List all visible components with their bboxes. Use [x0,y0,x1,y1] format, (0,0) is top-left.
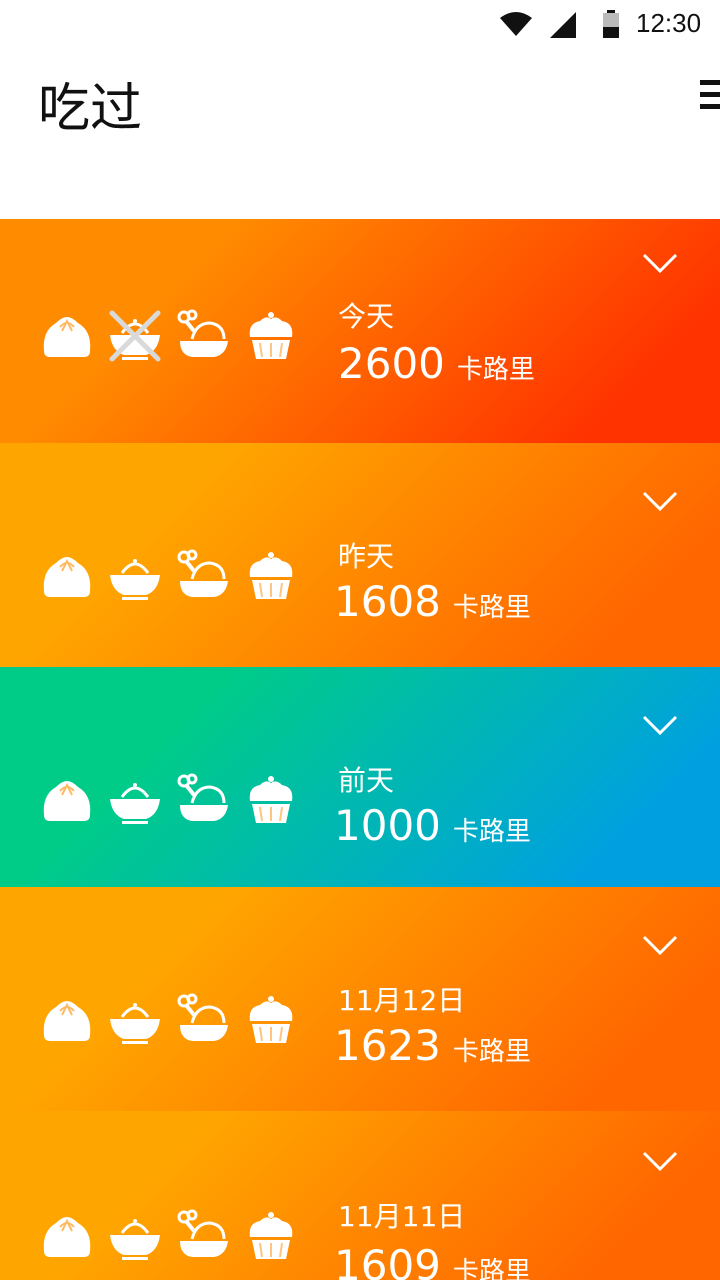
calorie-value: 1608 [334,577,441,626]
bun-icon[interactable] [40,993,94,1047]
cell-signal-icon [550,12,576,38]
calorie-value: 2600 [338,339,445,388]
bun-icon[interactable] [40,1209,94,1263]
chicken-icon[interactable] [176,993,230,1047]
cupcake-icon[interactable] [244,1209,298,1263]
rice-bowl-icon[interactable] [108,549,162,603]
chevron-down-icon[interactable] [640,711,680,739]
meal-icons [40,309,298,363]
calorie-row: 1623 卡路里 [334,1021,531,1070]
battery-icon [603,10,619,38]
day-label: 昨天 [338,540,395,573]
calorie-value: 1609 [334,1241,441,1280]
day-label: 11月12日 [338,984,466,1017]
calorie-unit: 卡路里 [452,1257,531,1280]
meal-icons [40,549,298,603]
chevron-down-icon[interactable] [640,249,680,277]
page-title: 吃过 [38,79,143,139]
bun-icon[interactable] [40,309,94,363]
calorie-unit: 卡路里 [452,1037,531,1067]
cupcake-icon[interactable] [244,993,298,1047]
cupcake-icon[interactable] [244,773,298,827]
calorie-unit: 卡路里 [452,817,531,847]
bun-icon[interactable] [40,549,94,603]
day-card[interactable]: 今天 2600 卡路里 [0,219,720,443]
day-card[interactable]: 11月11日 1609 卡路里 [0,1111,720,1280]
rice-bowl-icon[interactable] [108,309,162,363]
rice-bowl-icon[interactable] [108,1209,162,1263]
day-label: 11月11日 [338,1200,466,1233]
chevron-down-icon[interactable] [640,931,680,959]
rice-bowl-icon[interactable] [108,773,162,827]
calorie-row: 1608 卡路里 [334,577,531,626]
status-bar: 12:30 [0,0,720,50]
chevron-down-icon[interactable] [640,1147,680,1175]
cupcake-icon[interactable] [244,309,298,363]
cupcake-icon[interactable] [244,549,298,603]
meal-icons [40,993,298,1047]
day-label: 前天 [338,764,395,797]
bun-icon[interactable] [40,773,94,827]
calorie-row: 1000 卡路里 [334,801,531,850]
day-card[interactable]: 11月12日 1623 卡路里 [0,887,720,1111]
calorie-row: 1609 卡路里 [334,1241,531,1280]
wifi-icon [500,12,532,36]
day-list: 今天 2600 卡路里 昨天 1608 卡路里 前天 1000 卡路里 11月12日 1623 卡路里… [0,219,720,1280]
chevron-down-icon[interactable] [640,487,680,515]
day-card[interactable]: 昨天 1608 卡路里 [0,443,720,667]
calorie-unit: 卡路里 [456,355,535,385]
chicken-icon[interactable] [176,309,230,363]
clock: 12:30 [636,8,702,38]
menu-icon[interactable] [700,80,720,110]
calorie-unit: 卡路里 [452,593,531,623]
calorie-row: 2600 卡路里 [338,339,535,388]
day-card[interactable]: 前天 1000 卡路里 [0,667,720,887]
calorie-value: 1623 [334,1021,441,1070]
day-label: 今天 [338,300,395,333]
chicken-icon[interactable] [176,1209,230,1263]
calorie-value: 1000 [334,801,441,850]
app-bar: 吃过 [0,50,720,220]
chicken-icon[interactable] [176,549,230,603]
chicken-icon[interactable] [176,773,230,827]
meal-icons [40,1209,298,1263]
meal-icons [40,773,298,827]
rice-bowl-icon[interactable] [108,993,162,1047]
